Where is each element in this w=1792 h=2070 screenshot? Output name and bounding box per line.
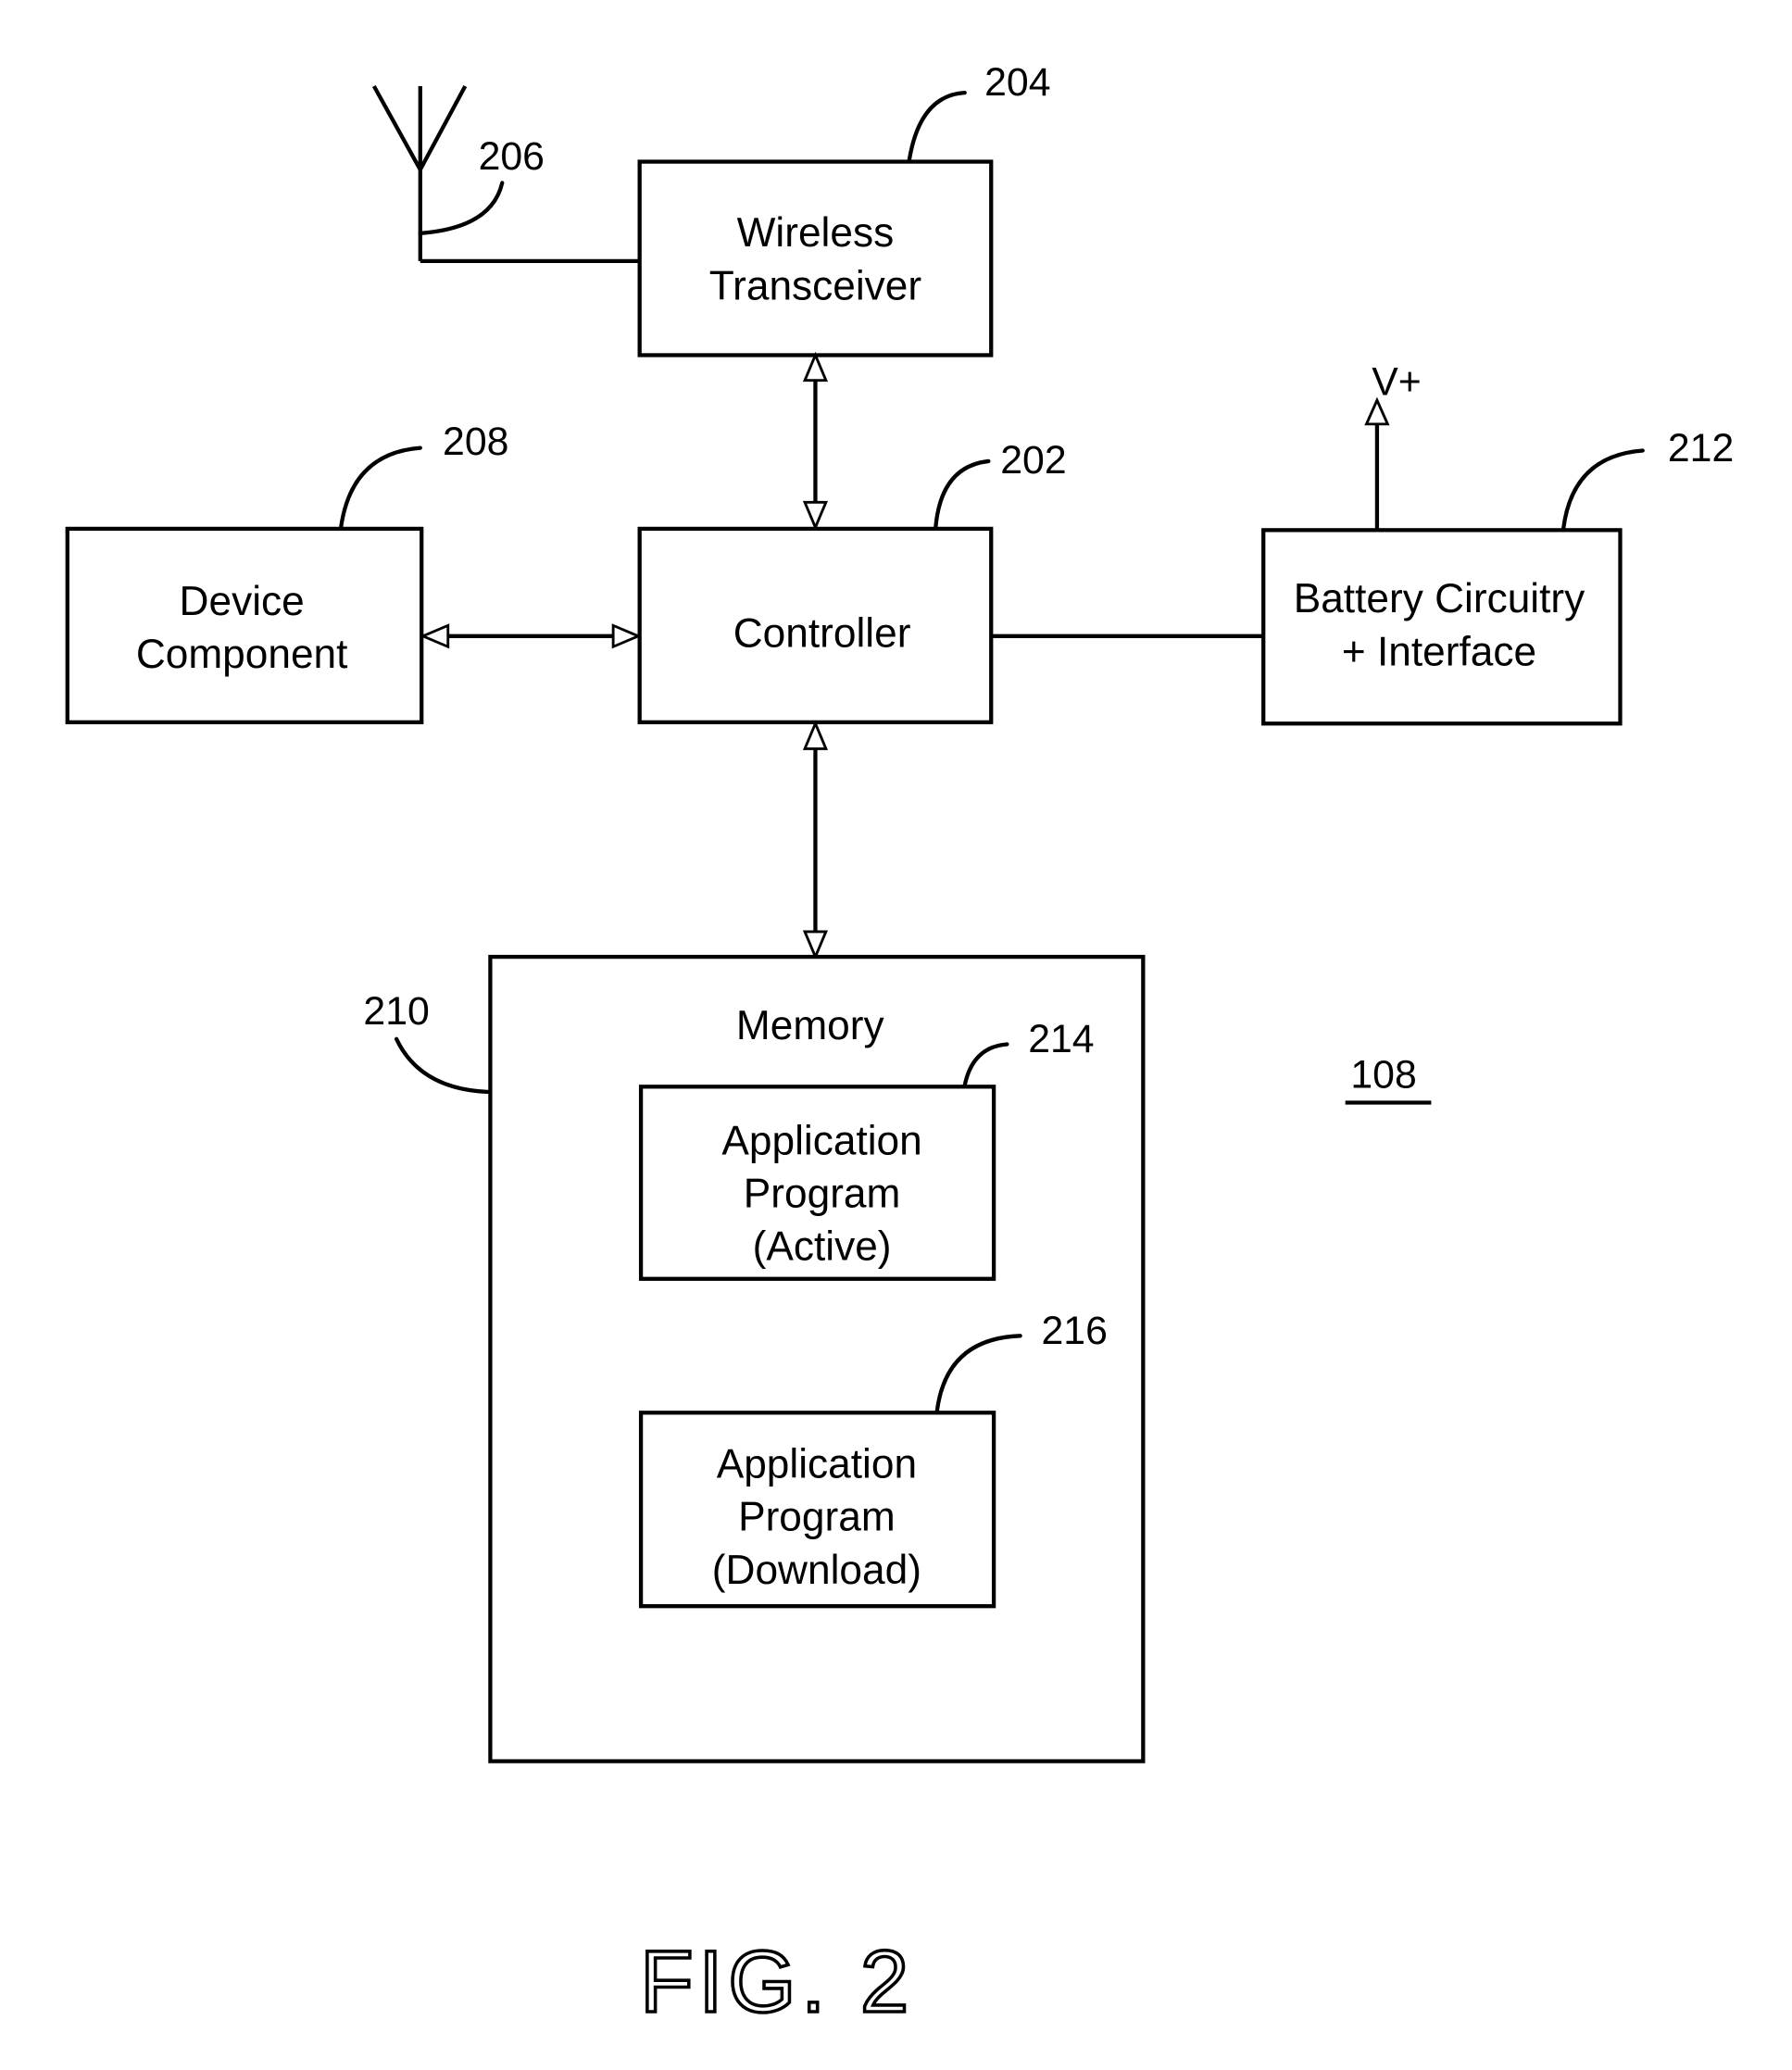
memory-label: Memory bbox=[736, 1003, 885, 1048]
leader-line-206 bbox=[418, 181, 505, 235]
vplus-label: V+ bbox=[1372, 359, 1422, 404]
ref-216: 216 bbox=[1041, 1309, 1107, 1353]
wireless-transceiver-label-line1: Wireless bbox=[737, 210, 895, 256]
leader-line-208 bbox=[339, 445, 422, 530]
device-ref-108: 108 bbox=[1350, 1053, 1416, 1098]
battery-circuitry-block bbox=[1261, 528, 1623, 726]
memory-block bbox=[488, 954, 1146, 1763]
wireless-transceiver-block bbox=[637, 159, 994, 358]
ref-202: 202 bbox=[1000, 438, 1066, 483]
app-download-label-line3: (Download) bbox=[712, 1548, 921, 1593]
app-download-label-line2: Program bbox=[738, 1495, 896, 1540]
device-component-block bbox=[65, 526, 424, 724]
ref-206: 206 bbox=[479, 134, 545, 179]
block-diagram: 206 Wireless Transceiver 204 Controller … bbox=[65, 60, 1734, 2032]
ref-210: 210 bbox=[363, 989, 429, 1034]
controller-label: Controller bbox=[733, 610, 911, 656]
ref-214: 214 bbox=[1028, 1017, 1094, 1061]
app-active-label-line3: (Active) bbox=[753, 1224, 892, 1270]
device-controller-arrow bbox=[419, 623, 642, 649]
device-component-label-line2: Component bbox=[136, 632, 348, 677]
leader-line-210 bbox=[394, 1036, 492, 1095]
leader-line-202 bbox=[934, 458, 991, 530]
transceiver-controller-arrow bbox=[802, 351, 829, 532]
leader-line-204 bbox=[907, 91, 967, 163]
leader-line-212 bbox=[1560, 448, 1645, 532]
ref-204: 204 bbox=[984, 60, 1050, 105]
ref-212: 212 bbox=[1668, 426, 1734, 470]
app-active-label-line1: Application bbox=[721, 1118, 921, 1163]
wireless-transceiver-label-line2: Transceiver bbox=[709, 263, 922, 308]
vplus-arrow bbox=[1364, 396, 1390, 531]
figure-caption: FIG. 2 bbox=[640, 1933, 914, 2030]
app-active-label-line2: Program bbox=[744, 1171, 901, 1216]
controller-memory-arrow bbox=[802, 720, 829, 960]
app-download-label-line1: Application bbox=[717, 1441, 917, 1487]
battery-label-line2: + Interface bbox=[1342, 629, 1536, 674]
ref-208: 208 bbox=[443, 420, 508, 464]
battery-label-line1: Battery Circuitry bbox=[1294, 576, 1585, 621]
device-component-label-line1: Device bbox=[180, 579, 305, 624]
